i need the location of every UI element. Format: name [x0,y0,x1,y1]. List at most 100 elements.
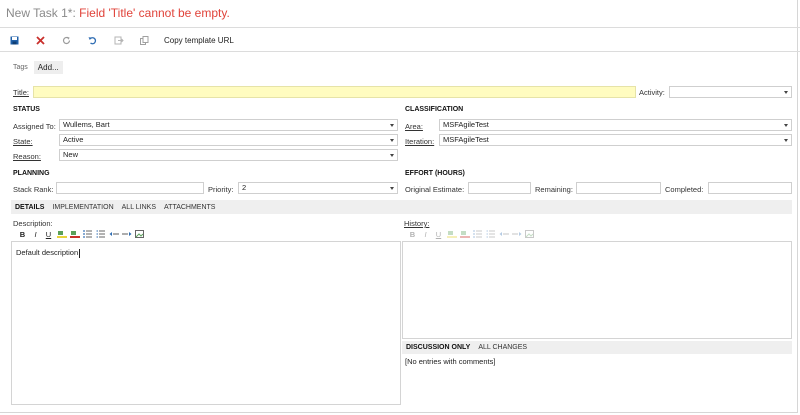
font-color-button[interactable] [68,229,81,239]
history-format-toolbar: B I U [406,229,536,239]
description-label: Description: [13,219,53,228]
decrease-indent-icon [499,232,509,236]
discussion-empty-text: [No entries with comments] [405,357,496,366]
bold-button[interactable]: B [406,229,419,239]
font-color-icon [459,231,470,238]
highlight-button[interactable] [55,229,68,239]
chevron-down-icon [390,187,394,190]
decrease-indent-icon [109,232,119,236]
effort-heading: EFFORT (HOURS) [405,170,465,177]
completed-input[interactable] [708,182,792,194]
tab-all-changes[interactable]: ALL CHANGES [474,344,531,351]
insert-image-button[interactable] [523,229,536,239]
highlight-button[interactable] [445,229,458,239]
reason-label: Reason: [13,152,41,161]
tab-implementation[interactable]: IMPLEMENTATION [48,204,117,211]
bulleted-list-button[interactable] [81,229,94,239]
bulleted-list-icon [83,230,92,238]
assigned-to-value: Wullems, Bart [63,120,110,129]
priority-dropdown[interactable]: 2 [238,182,398,194]
italic-button[interactable]: I [29,229,42,239]
chevron-down-icon [784,91,788,94]
chevron-down-icon [390,139,394,142]
area-value: MSFAgileTest [443,120,489,129]
increase-indent-icon [121,232,131,236]
decrease-indent-button[interactable] [107,229,120,239]
header-divider [0,27,800,28]
title-input[interactable] [33,86,636,98]
tab-all-links[interactable]: ALL LINKS [118,204,160,211]
reason-value: New [63,150,79,159]
discussion-tab-bar: DISCUSSION ONLY ALL CHANGES [402,341,792,354]
stack-rank-input[interactable] [56,182,204,194]
decrease-indent-button[interactable] [497,229,510,239]
insert-image-button[interactable] [133,229,146,239]
copy-template-url-button[interactable]: Copy template URL [164,36,234,45]
bulleted-list-button[interactable] [471,229,484,239]
title-label: Title: [13,88,29,97]
original-estimate-label: Original Estimate: [405,185,465,194]
activity-dropdown[interactable] [669,86,792,98]
area-label: Area: [405,122,423,131]
toolbar-divider [0,51,800,52]
italic-button[interactable]: I [419,229,432,239]
description-format-toolbar: B I U [16,229,146,239]
details-tab-bar: DETAILS IMPLEMENTATION ALL LINKS ATTACHM… [11,200,792,214]
save-icon [10,36,19,44]
history-editor[interactable] [402,241,792,339]
iteration-value: MSFAgileTest [443,135,489,144]
tab-discussion-only[interactable]: DISCUSSION ONLY [402,344,474,351]
save-button[interactable] [6,33,32,47]
remaining-input[interactable] [576,182,661,194]
numbered-list-icon [486,230,495,238]
description-editor[interactable]: Default description [11,241,401,405]
font-color-button[interactable] [458,229,471,239]
text-caret [79,248,81,258]
copy-button[interactable] [136,33,162,47]
undo-icon [88,36,97,44]
underline-button[interactable]: U [42,229,55,239]
undo-button[interactable] [84,33,110,47]
activity-label: Activity: [639,88,665,97]
reason-dropdown[interactable]: New [59,149,398,161]
iteration-dropdown[interactable]: MSFAgileTest [439,134,792,146]
state-dropdown[interactable]: Active [59,134,398,146]
remaining-label: Remaining: [535,185,573,194]
link-button[interactable] [110,33,136,47]
completed-label: Completed: [665,185,704,194]
copy-icon [140,35,149,45]
increase-indent-button[interactable] [120,229,133,239]
highlight-icon [446,231,457,238]
chevron-down-icon [390,154,394,157]
refresh-button[interactable] [58,33,84,47]
refresh-icon [62,36,71,44]
state-label: State: [13,137,33,146]
font-color-icon [69,231,80,238]
chevron-down-icon [784,139,788,142]
tags-label: Tags [13,64,28,71]
tab-attachments[interactable]: ATTACHMENTS [160,204,219,211]
planning-heading: PLANNING [13,170,50,177]
bulleted-list-icon [473,230,482,238]
numbered-list-icon [96,230,105,238]
tab-details[interactable]: DETAILS [11,204,48,211]
highlight-icon [56,231,67,238]
close-button[interactable] [32,33,58,47]
add-tag-button[interactable]: Add... [33,61,63,74]
original-estimate-input[interactable] [468,182,531,194]
numbered-list-button[interactable] [94,229,107,239]
work-item-title: New Task 1*: [6,6,76,20]
area-dropdown[interactable]: MSFAgileTest [439,119,792,131]
bold-button[interactable]: B [16,229,29,239]
validation-error: Field 'Title' cannot be empty. [79,6,230,20]
numbered-list-button[interactable] [484,229,497,239]
state-value: Active [63,135,84,144]
increase-indent-button[interactable] [510,229,523,239]
stack-rank-label: Stack Rank: [13,185,54,194]
assigned-to-dropdown[interactable]: Wullems, Bart [59,119,398,131]
iteration-label: Iteration: [405,137,435,146]
assigned-to-label: Assigned To: [13,122,56,131]
underline-button[interactable]: U [432,229,445,239]
link-icon [114,36,124,44]
increase-indent-icon [511,232,521,236]
